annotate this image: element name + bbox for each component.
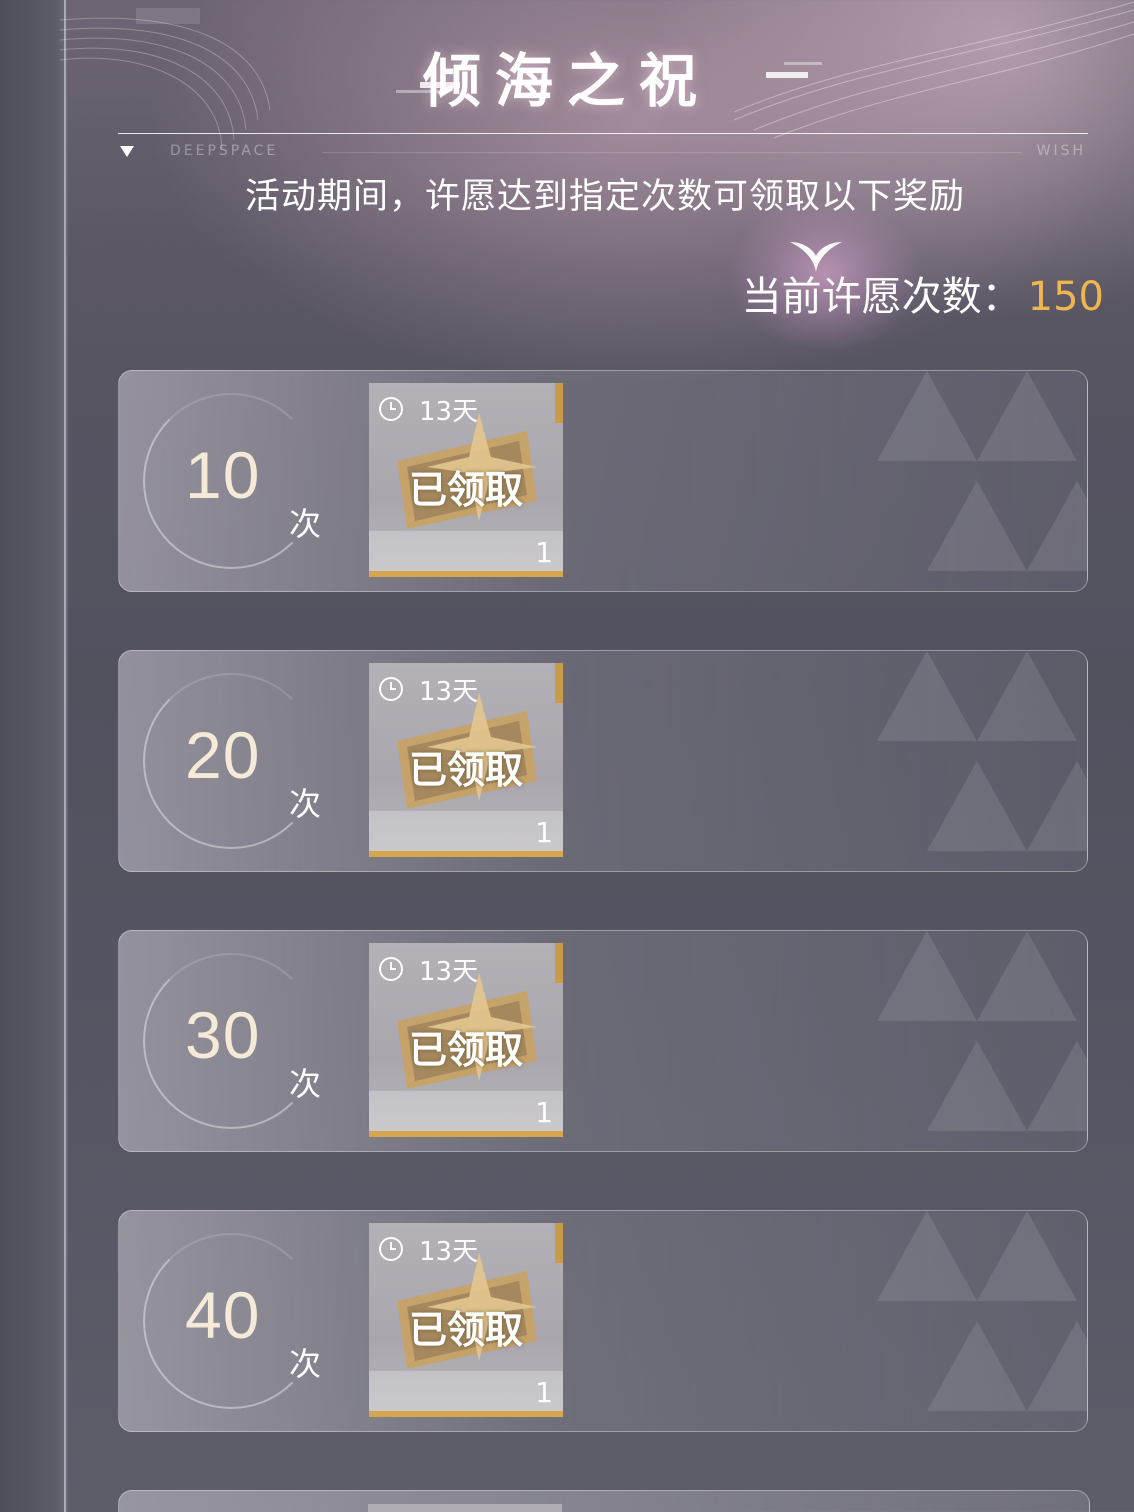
clock-icon (379, 957, 403, 981)
rarity-strip (555, 943, 563, 983)
quantity-background (369, 1091, 563, 1131)
left-rail (0, 0, 68, 1512)
wish-count-display: 当前许愿次数： 150 (742, 264, 1104, 322)
item-duration: 13天 (419, 397, 479, 427)
item-quantity: 1 (535, 816, 553, 849)
reward-item[interactable]: 13天 已领取 1 (369, 383, 563, 577)
triangle-pattern-decoration (877, 931, 1087, 1131)
threshold-unit: 次 (289, 505, 322, 543)
reward-item[interactable]: 13天 已领取 1 (369, 1223, 563, 1417)
quantity-background (369, 811, 563, 851)
event-description: 活动期间，许愿达到指定次数可领取以下奖励 (244, 177, 965, 217)
triangle-pattern-decoration (877, 371, 1087, 571)
reward-item[interactable]: 13天 已领取 1 (369, 663, 563, 857)
triangle-marker-icon (120, 146, 134, 157)
page-title: 倾海之祝 (422, 47, 711, 115)
wish-threshold: 20 (185, 718, 261, 792)
reward-card: 20 次 13天 已领取 1 (118, 650, 1088, 872)
item-rarity-bar (369, 851, 563, 857)
wish-threshold: 40 (185, 1278, 261, 1352)
threshold-unit: 次 (289, 785, 322, 823)
left-rail-divider (64, 0, 66, 1512)
quantity-background (369, 1371, 563, 1411)
triangle-pattern-decoration (877, 651, 1087, 851)
item-rarity-bar (369, 571, 563, 577)
clock-icon (379, 397, 403, 421)
triangle-pattern-decoration (877, 1211, 1087, 1411)
item-rarity-bar (369, 1411, 563, 1417)
wish-count-value: 150 (1027, 274, 1104, 320)
claimed-status: 已领取 (408, 468, 523, 512)
rarity-strip (555, 383, 563, 423)
rarity-strip (555, 663, 563, 703)
threshold-unit: 次 (289, 1345, 322, 1383)
item-quantity: 1 (535, 1376, 553, 1409)
reward-item[interactable]: 13天 已领取 1 (369, 943, 563, 1137)
reward-card: 40 次 13天 已领取 1 (118, 1210, 1088, 1432)
quantity-background (369, 531, 563, 571)
divider-right-label: WISH (1036, 143, 1086, 159)
reward-card: 10 次 13天 已领取 1 (118, 370, 1088, 592)
reward-card-partial (118, 1490, 1090, 1512)
item-duration: 13天 (419, 677, 479, 707)
claimed-status: 已领取 (408, 1308, 523, 1352)
header-divider-thin (322, 152, 1022, 153)
reward-item-partial[interactable] (368, 1504, 562, 1512)
claimed-status: 已领取 (408, 1028, 523, 1072)
header-divider (118, 133, 1088, 134)
wish-threshold: 10 (185, 438, 261, 512)
item-quantity: 1 (535, 536, 553, 569)
claimed-status: 已领取 (408, 748, 523, 792)
reward-card: 30 次 13天 已领取 1 (118, 930, 1088, 1152)
item-duration: 13天 (419, 957, 479, 987)
wish-threshold: 30 (185, 998, 261, 1072)
rarity-strip (555, 1223, 563, 1263)
item-quantity: 1 (535, 1096, 553, 1129)
clock-icon (379, 1237, 403, 1261)
item-duration: 13天 (419, 1237, 479, 1267)
threshold-unit: 次 (289, 1065, 322, 1103)
item-rarity-bar (369, 1131, 563, 1137)
divider-left-label: DEEPSPACE (170, 143, 279, 159)
clock-icon (379, 677, 403, 701)
wish-count-label: 当前许愿次数： (741, 274, 1022, 320)
